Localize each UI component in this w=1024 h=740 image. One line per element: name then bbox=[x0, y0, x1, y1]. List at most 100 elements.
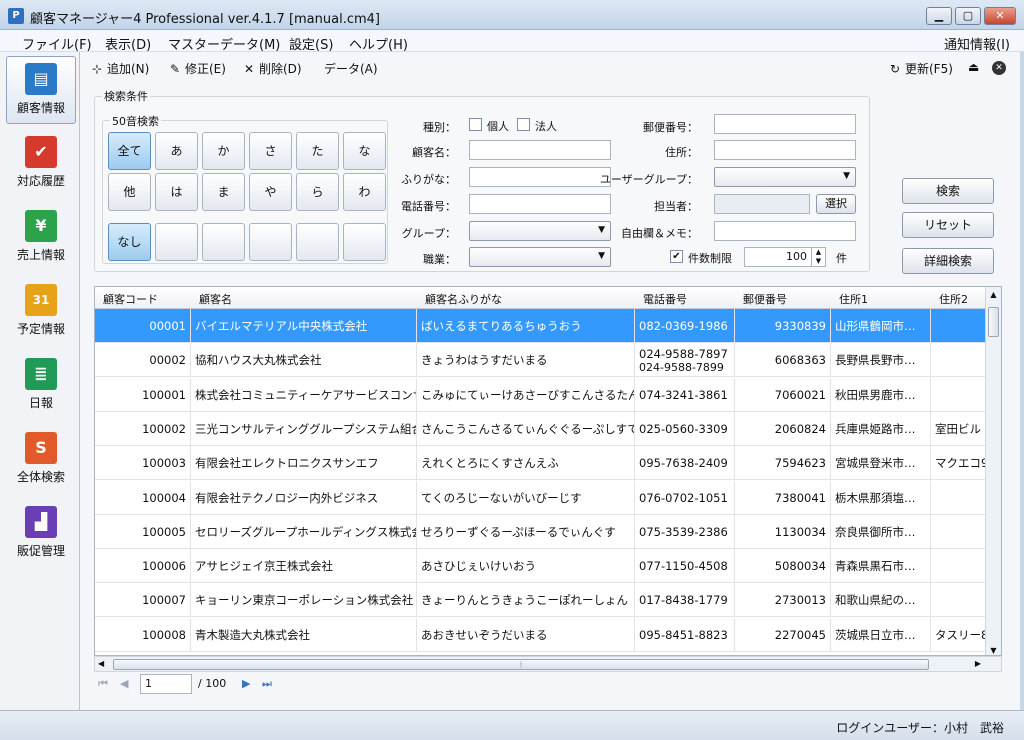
kana-button-ya[interactable]: や bbox=[249, 173, 292, 211]
table-row[interactable]: 00002 協和ハウス大丸株式会社 きょうわはうすだいまる 024-9588-7897… bbox=[95, 343, 987, 378]
reset-button[interactable]: リセット bbox=[902, 212, 994, 238]
menu-help[interactable]: ヘルプ(H) bbox=[349, 34, 408, 53]
delete-button[interactable]: ✕ 削除(D) bbox=[242, 60, 302, 77]
delete-icon: ✕ bbox=[243, 62, 255, 76]
kana-button-ma[interactable]: ま bbox=[202, 173, 245, 211]
menu-view[interactable]: 表示(D) bbox=[105, 34, 151, 53]
column-furigana[interactable]: 顧客名ふりがな bbox=[425, 291, 502, 307]
cell-tel: 077-1150-4508 bbox=[635, 549, 735, 584]
last-page-icon[interactable]: ⏭ bbox=[262, 677, 272, 691]
corporate-checkbox[interactable] bbox=[517, 118, 530, 131]
kana-button-na[interactable]: な bbox=[343, 132, 386, 170]
next-page-icon[interactable]: ▶ bbox=[242, 677, 250, 690]
sidebar-item-history[interactable]: ✔ 対応履歴 bbox=[6, 130, 76, 198]
kana-button-wa[interactable]: わ bbox=[343, 173, 386, 211]
sidebar-item-promotion[interactable]: ▟ 販促管理 bbox=[6, 500, 76, 568]
sidebar-item-label: 売上情報 bbox=[16, 248, 65, 262]
kana-button-blank[interactable] bbox=[296, 223, 339, 261]
vertical-scrollbar[interactable]: ▲ ▼ bbox=[985, 287, 1001, 655]
edit-button[interactable]: ✎ 修正(E) bbox=[168, 60, 226, 77]
scroll-right-icon[interactable]: ▶ bbox=[975, 659, 981, 668]
kana-button-all[interactable]: 全て bbox=[108, 132, 151, 170]
data-menu-button[interactable]: データ(A) bbox=[324, 60, 378, 77]
sidebar-item-global-search[interactable]: S 全体検索 bbox=[6, 426, 76, 494]
sidebar-item-schedule[interactable]: 31 予定情報 bbox=[6, 278, 76, 346]
minimize-button[interactable]: ▁ bbox=[926, 7, 952, 25]
advanced-search-button[interactable]: 詳細検索 bbox=[902, 248, 994, 274]
menu-notice[interactable]: 通知情報(I) bbox=[944, 34, 1010, 53]
table-row[interactable]: 100004 有限会社テクノロジー内外ビジネス てくのろじーないがいびーじす 076-… bbox=[95, 480, 987, 515]
address-input[interactable] bbox=[714, 140, 856, 160]
kana-button-blank[interactable] bbox=[202, 223, 245, 261]
search-button[interactable]: 検索 bbox=[902, 178, 994, 204]
table-row[interactable]: 100007 キョーリン東京コーポレーション株式会社 きょーりんとうきょうこーぽれー… bbox=[95, 583, 987, 618]
cell-tel: 074-3241-3861 bbox=[635, 377, 735, 412]
vertical-scroll-thumb[interactable] bbox=[988, 307, 999, 337]
horizontal-scrollbar[interactable]: ◀ ⦙ ▶ bbox=[94, 656, 1002, 672]
industry-select[interactable]: ▼ bbox=[469, 247, 611, 267]
menu-file[interactable]: ファイル(F) bbox=[22, 34, 92, 53]
furigana-input[interactable] bbox=[469, 167, 611, 187]
individual-checkbox[interactable] bbox=[469, 118, 482, 131]
menu-master-data[interactable]: マスターデータ(M) bbox=[168, 34, 280, 53]
kana-button-ta[interactable]: た bbox=[296, 132, 339, 170]
maximize-button[interactable]: ▢ bbox=[955, 7, 981, 25]
first-page-icon[interactable]: ⏮ bbox=[98, 677, 108, 691]
cell-code: 100002 bbox=[95, 411, 191, 446]
scroll-left-icon[interactable]: ◀ bbox=[98, 659, 104, 668]
name-input[interactable] bbox=[469, 140, 611, 160]
stepper-arrows-icon[interactable]: ▲ ▼ bbox=[811, 248, 825, 266]
postal-input[interactable] bbox=[714, 114, 856, 134]
kana-button-sa[interactable]: さ bbox=[249, 132, 292, 170]
kana-button-blank[interactable] bbox=[155, 223, 198, 261]
column-postal[interactable]: 郵便番号 bbox=[743, 291, 787, 307]
sidebar-item-customers[interactable]: ▤ 顧客情報 bbox=[6, 56, 76, 124]
table-row[interactable]: 100005 セロリーズグループホールディングス株式会社 せろりーずぐるーぷほーるで… bbox=[95, 514, 987, 549]
type-label: 種別： bbox=[423, 121, 456, 134]
column-phone[interactable]: 電話番号 bbox=[643, 291, 687, 307]
sidebar-item-daily-report[interactable]: ≣ 日報 bbox=[6, 352, 76, 420]
column-code[interactable]: 顧客コード bbox=[103, 291, 158, 307]
prev-page-icon[interactable]: ◀ bbox=[120, 677, 128, 690]
scroll-up-icon[interactable]: ▲ bbox=[986, 290, 1001, 299]
close-panel-icon[interactable]: ✕ bbox=[992, 61, 1006, 75]
user-group-select[interactable]: ▼ bbox=[714, 167, 856, 187]
table-row[interactable]: 100008 青木製造大丸株式会社 あおきせいぞうだいまる 095-8451-8823… bbox=[95, 617, 987, 652]
cell-addr2 bbox=[931, 549, 987, 584]
scroll-down-icon[interactable]: ▼ bbox=[986, 646, 1001, 655]
cell-addr1: 栃木県那須塩… bbox=[831, 480, 931, 515]
kana-button-ka[interactable]: か bbox=[202, 132, 245, 170]
kana-button-ha[interactable]: は bbox=[155, 173, 198, 211]
add-button[interactable]: ⊹ 追加(N) bbox=[90, 60, 149, 77]
sidebar: ▤ 顧客情報 ✔ 対応履歴 ¥ 売上情報 31 予定情報 ≣ 日報 S 全体検索… bbox=[0, 52, 80, 710]
cell-addr2 bbox=[931, 480, 987, 515]
refresh-button[interactable]: ↻ 更新(F5) bbox=[888, 60, 953, 77]
kana-button-a[interactable]: あ bbox=[155, 132, 198, 170]
column-address2[interactable]: 住所2 bbox=[939, 291, 968, 307]
table-row[interactable]: 00001 バイエルマテリアル中央株式会社 ばいえるまてりあるちゅうおう 082-03… bbox=[95, 309, 987, 343]
column-name[interactable]: 顧客名 bbox=[199, 291, 232, 307]
kana-button-none[interactable]: なし bbox=[108, 223, 151, 261]
menu-settings[interactable]: 設定(S) bbox=[289, 34, 333, 53]
page-number-input[interactable]: 1 bbox=[140, 674, 192, 694]
table-row[interactable]: 100001株式会社コミュニティーケアサービスコンサルタントこみゅにてぃーけあさ… bbox=[95, 377, 987, 412]
column-address1[interactable]: 住所1 bbox=[839, 291, 868, 307]
table-row[interactable]: 100002 三光コンサルティンググループシステム組合 さんこうこんさるてぃんぐぐる… bbox=[95, 411, 987, 446]
staff-select-button[interactable]: 選択 bbox=[816, 194, 856, 214]
sidebar-item-sales[interactable]: ¥ 売上情報 bbox=[6, 204, 76, 272]
kana-button-blank[interactable] bbox=[343, 223, 386, 261]
horizontal-scroll-thumb[interactable]: ⦙ bbox=[113, 659, 929, 670]
kana-button-ra[interactable]: ら bbox=[296, 173, 339, 211]
limit-checkbox[interactable]: ✔ bbox=[670, 250, 683, 263]
table-row[interactable]: 100006 アサヒジェイ京王株式会社 あさひじぇいけいおう 077-1150-450… bbox=[95, 549, 987, 584]
table-row[interactable]: 100003 有限会社エレクトロニクスサンエフ えれくとろにくすさんえふ 095-76… bbox=[95, 446, 987, 481]
kana-button-blank[interactable] bbox=[249, 223, 292, 261]
cell-code: 00002 bbox=[95, 343, 191, 378]
upload-icon[interactable]: ⏏ bbox=[968, 60, 979, 74]
kana-button-other[interactable]: 他 bbox=[108, 173, 151, 211]
phone-input[interactable] bbox=[469, 194, 611, 214]
group-select[interactable]: ▼ bbox=[469, 221, 611, 241]
memo-input[interactable] bbox=[714, 221, 856, 241]
calendar-icon: 31 bbox=[25, 284, 57, 316]
close-window-button[interactable]: ✕ bbox=[984, 7, 1016, 25]
